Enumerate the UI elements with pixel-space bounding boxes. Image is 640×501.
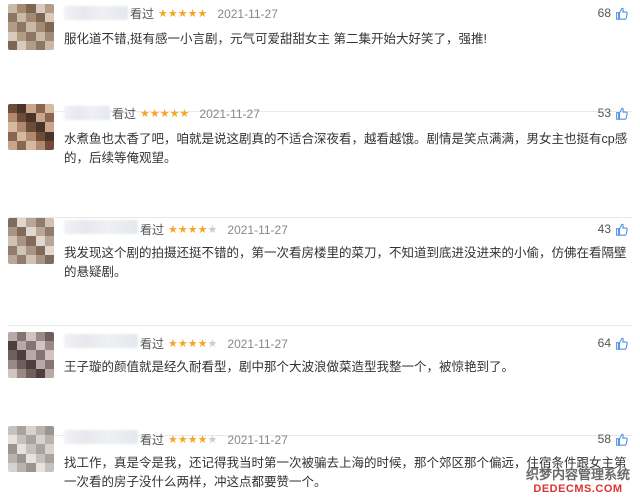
thumbs-up-icon	[615, 7, 628, 20]
rating-stars: ★★★★★	[168, 336, 217, 352]
review-meta: 看过 ★★★★★ 2021-11-27	[112, 106, 260, 122]
star-icon: ★	[167, 8, 178, 20]
review-item: 看过 ★★★★★ 2021-11-27 68 服化道不错,挺有感一小言剧，元气可…	[0, 0, 640, 112]
watched-label: 看过	[112, 107, 137, 121]
star-icon: ★	[169, 108, 180, 120]
username-blurred[interactable]	[64, 106, 110, 120]
username-blurred[interactable]	[64, 6, 128, 20]
like-count: 53	[597, 106, 611, 120]
watched-label: 看过	[140, 337, 165, 351]
site-watermark: 织梦内容管理系统 DEDECMS.COM	[518, 467, 638, 497]
like-count: 64	[597, 336, 611, 350]
review-item: 看过 ★★★★★ 2021-11-27 53 水煮鱼也太香了吧，咱就是说这剧真的…	[0, 98, 640, 218]
avatar[interactable]	[8, 218, 54, 264]
review-text: 服化道不错,挺有感一小言剧，元气可爱甜甜女主 第二集开始大好笑了，强推!	[64, 32, 487, 46]
review-date: 2021-11-27	[217, 7, 278, 21]
star-icon: ★	[207, 338, 218, 350]
star-icon: ★	[197, 8, 208, 20]
avatar[interactable]	[8, 426, 54, 472]
star-icon: ★	[140, 108, 150, 120]
thumbs-up-icon	[615, 337, 628, 350]
star-icon: ★	[207, 434, 218, 446]
avatar[interactable]	[8, 4, 54, 50]
review-date: 2021-11-27	[227, 337, 288, 351]
review-text: 水煮鱼也太香了吧，咱就是说这剧真的不适合深夜看，越看越饿。剧情是笑点满满，男女主…	[64, 132, 628, 165]
star-icon: ★	[177, 224, 188, 236]
star-icon: ★	[168, 434, 178, 446]
watched-label: 看过	[140, 433, 165, 447]
review-text: 王子璇的颜值就是经久耐看型，剧中那个大波浪做菜造型我整一个，被惊艳到了。	[64, 360, 515, 374]
avatar[interactable]	[8, 104, 54, 150]
star-icon: ★	[187, 338, 198, 350]
star-icon: ★	[197, 338, 208, 350]
review-text: 我发现这个剧的拍摄还挺不错的，第一次看房楼里的菜刀，不知道到底进没进来的小偷，仿…	[64, 246, 627, 279]
thumbs-up-icon	[615, 223, 628, 236]
rating-stars: ★★★★★	[140, 106, 189, 122]
like-button[interactable]: 58	[598, 432, 628, 446]
review-date: 2021-11-27	[227, 223, 288, 237]
username-blurred[interactable]	[64, 220, 138, 234]
review-meta: 看过 ★★★★★ 2021-11-27	[140, 432, 288, 448]
star-icon: ★	[177, 338, 188, 350]
like-button[interactable]: 43	[598, 222, 628, 236]
watched-label: 看过	[130, 7, 155, 21]
thumbs-up-icon	[615, 107, 628, 120]
rating-stars: ★★★★★	[158, 6, 207, 22]
watermark-line-1: 织梦内容管理系统	[525, 467, 630, 482]
review-date: 2021-11-27	[227, 433, 288, 447]
username-blurred[interactable]	[64, 430, 138, 444]
star-icon: ★	[177, 434, 188, 446]
like-button[interactable]: 53	[598, 106, 628, 120]
review-item: 看过 ★★★★★ 2021-11-27 43 我发现这个剧的拍摄还挺不错的，第一…	[0, 212, 640, 326]
star-icon: ★	[179, 108, 190, 120]
star-icon: ★	[187, 434, 198, 446]
like-count: 43	[597, 222, 611, 236]
review-meta: 看过 ★★★★★ 2021-11-27	[130, 6, 278, 22]
like-count: 68	[597, 6, 611, 20]
review-meta: 看过 ★★★★★ 2021-11-27	[140, 336, 288, 352]
star-icon: ★	[187, 224, 198, 236]
star-icon: ★	[207, 224, 218, 236]
like-button[interactable]: 68	[598, 6, 628, 20]
rating-stars: ★★★★★	[168, 222, 217, 238]
review-meta: 看过 ★★★★★ 2021-11-27	[140, 222, 288, 238]
like-count: 58	[597, 432, 611, 446]
star-icon: ★	[187, 8, 198, 20]
star-icon: ★	[168, 338, 178, 350]
star-icon: ★	[168, 224, 178, 236]
star-icon: ★	[197, 224, 208, 236]
review-date: 2021-11-27	[199, 107, 260, 121]
username-blurred[interactable]	[64, 334, 138, 348]
star-icon: ★	[177, 8, 188, 20]
star-icon: ★	[197, 434, 208, 446]
like-button[interactable]: 64	[598, 336, 628, 350]
watched-label: 看过	[140, 223, 165, 237]
star-icon: ★	[159, 108, 170, 120]
watermark-line-2: DEDECMS.COM	[533, 483, 623, 495]
rating-stars: ★★★★★	[168, 432, 217, 448]
thumbs-up-icon	[615, 433, 628, 446]
star-icon: ★	[149, 108, 160, 120]
star-icon: ★	[158, 8, 168, 20]
avatar[interactable]	[8, 332, 54, 378]
